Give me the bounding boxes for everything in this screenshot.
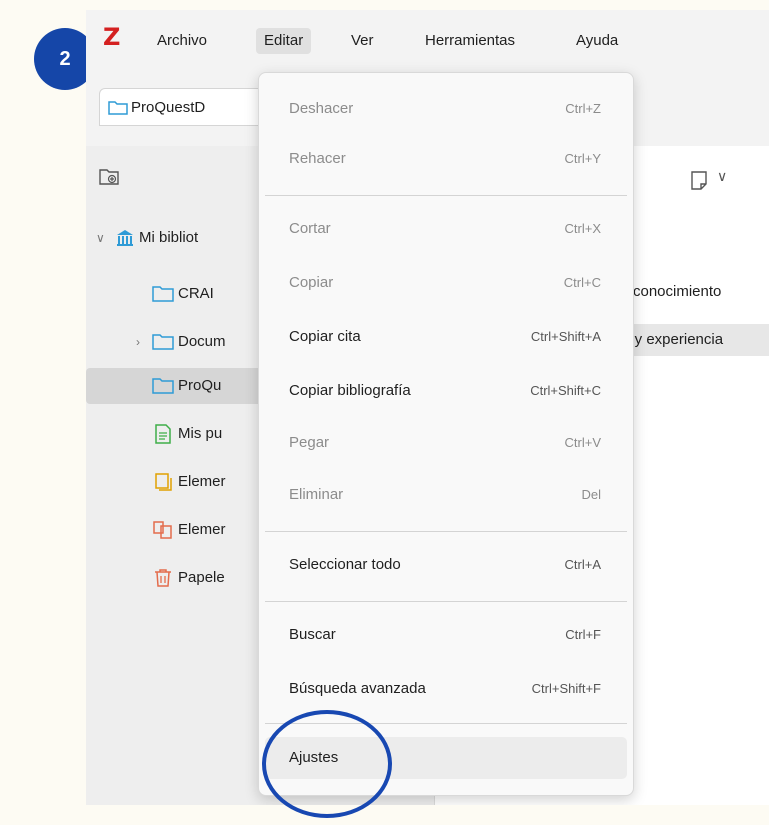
highlight-circle [262,710,392,818]
menu-item-shortcut: Ctrl+F [565,627,601,642]
menu-item-shortcut: Ctrl+C [563,275,601,290]
menubar: Z Archivo Editar Ver Herramientas Ayuda [86,10,769,72]
menu-item-shortcut: Ctrl+Z [565,101,601,116]
tab-label: ProQuestD [131,99,206,116]
duplicate-items-icon [153,521,172,539]
menu-item-pegar[interactable]: Pegar Ctrl+V [265,425,627,461]
menu-item-copiar-cita[interactable]: Copiar cita Ctrl+Shift+A [265,319,627,355]
zotero-window: Z Archivo Editar Ver Herramientas Ayuda … [86,10,769,805]
menu-item-eliminar[interactable]: Eliminar Del [265,477,627,513]
menu-item-buscar[interactable]: Buscar Ctrl+F [265,617,627,653]
trash-icon [155,569,171,587]
menu-item-shortcut: Ctrl+Y [564,151,601,166]
menu-item-label: Eliminar [289,486,344,503]
tree-label: Elemer [178,473,226,490]
menu-ayuda[interactable]: Ayuda [568,28,626,54]
tree-label: Elemer [178,521,226,538]
menu-separator [265,195,627,196]
new-note-icon[interactable] [689,170,711,192]
chevron-down-icon[interactable]: ∨ [96,220,105,256]
tree-label: Docum [178,333,226,350]
menu-item-copiar-bibliografia[interactable]: Copiar bibliografía Ctrl+Shift+C [265,373,627,409]
menu-item-deshacer[interactable]: Deshacer Ctrl+Z [265,91,627,127]
library-icon [117,230,133,246]
menu-item-cortar[interactable]: Cortar Ctrl+X [265,211,627,247]
edit-menu: Deshacer Ctrl+Z Rehacer Ctrl+Y Cortar Ct… [258,72,634,796]
tab-library[interactable]: ProQuestD [99,88,269,126]
menu-separator [265,601,627,602]
menu-item-shortcut: Ctrl+X [564,221,601,236]
menu-archivo[interactable]: Archivo [149,28,215,54]
menu-item-seleccionar-todo[interactable]: Seleccionar todo Ctrl+A [265,547,627,583]
menu-item-label: Deshacer [289,100,354,117]
tree-label: CRAI [178,285,214,302]
menu-item-label: Seleccionar todo [289,556,401,573]
menu-item-label: Copiar cita [289,328,361,345]
menu-item-rehacer[interactable]: Rehacer Ctrl+Y [265,141,627,177]
menu-item-shortcut: Ctrl+Shift+A [530,329,601,344]
chevron-down-icon[interactable]: ∨ [717,168,727,185]
folder-icon [108,101,128,115]
menu-ver[interactable]: Ver [343,28,382,54]
menu-item-label: Copiar [289,274,334,291]
tree-label: Papele [178,569,225,586]
menu-item-shortcut: Ctrl+Shift+C [530,383,601,398]
menu-separator [265,531,627,532]
menu-item-label: Copiar bibliografía [289,382,411,399]
tree-label: ProQu [178,377,222,394]
folder-icon [152,286,174,302]
menu-item-shortcut: Del [581,487,601,502]
item-title: s y experiencia [623,331,724,348]
menu-item-label: Pegar [289,434,330,451]
menu-herramientas[interactable]: Herramientas [417,28,523,54]
menu-item-label: Buscar [289,626,336,643]
menu-item-label: Rehacer [289,150,346,167]
menu-item-copiar[interactable]: Copiar Ctrl+C [265,265,627,301]
menu-editar[interactable]: Editar [256,28,312,54]
menu-item-label: Búsqueda avanzada [289,680,426,697]
tree-label: Mi bibliot [139,229,199,246]
my-publications-icon [155,424,171,444]
menu-item-shortcut: Ctrl+A [564,557,601,572]
folder-icon [152,334,174,350]
folder-icon [152,378,174,394]
item-title: conocimiento [633,283,722,300]
new-collection-icon[interactable] [98,166,120,186]
menu-item-label: Cortar [289,220,331,237]
tree-label: Mis pu [178,425,223,442]
unfiled-items-icon [155,473,172,491]
chevron-right-icon[interactable]: › [136,324,140,360]
menu-item-busqueda-avanzada[interactable]: Búsqueda avanzada Ctrl+Shift+F [265,671,627,707]
menu-item-shortcut: Ctrl+Shift+F [531,681,601,696]
zotero-logo: Z [103,23,121,51]
menu-item-shortcut: Ctrl+V [564,435,601,450]
